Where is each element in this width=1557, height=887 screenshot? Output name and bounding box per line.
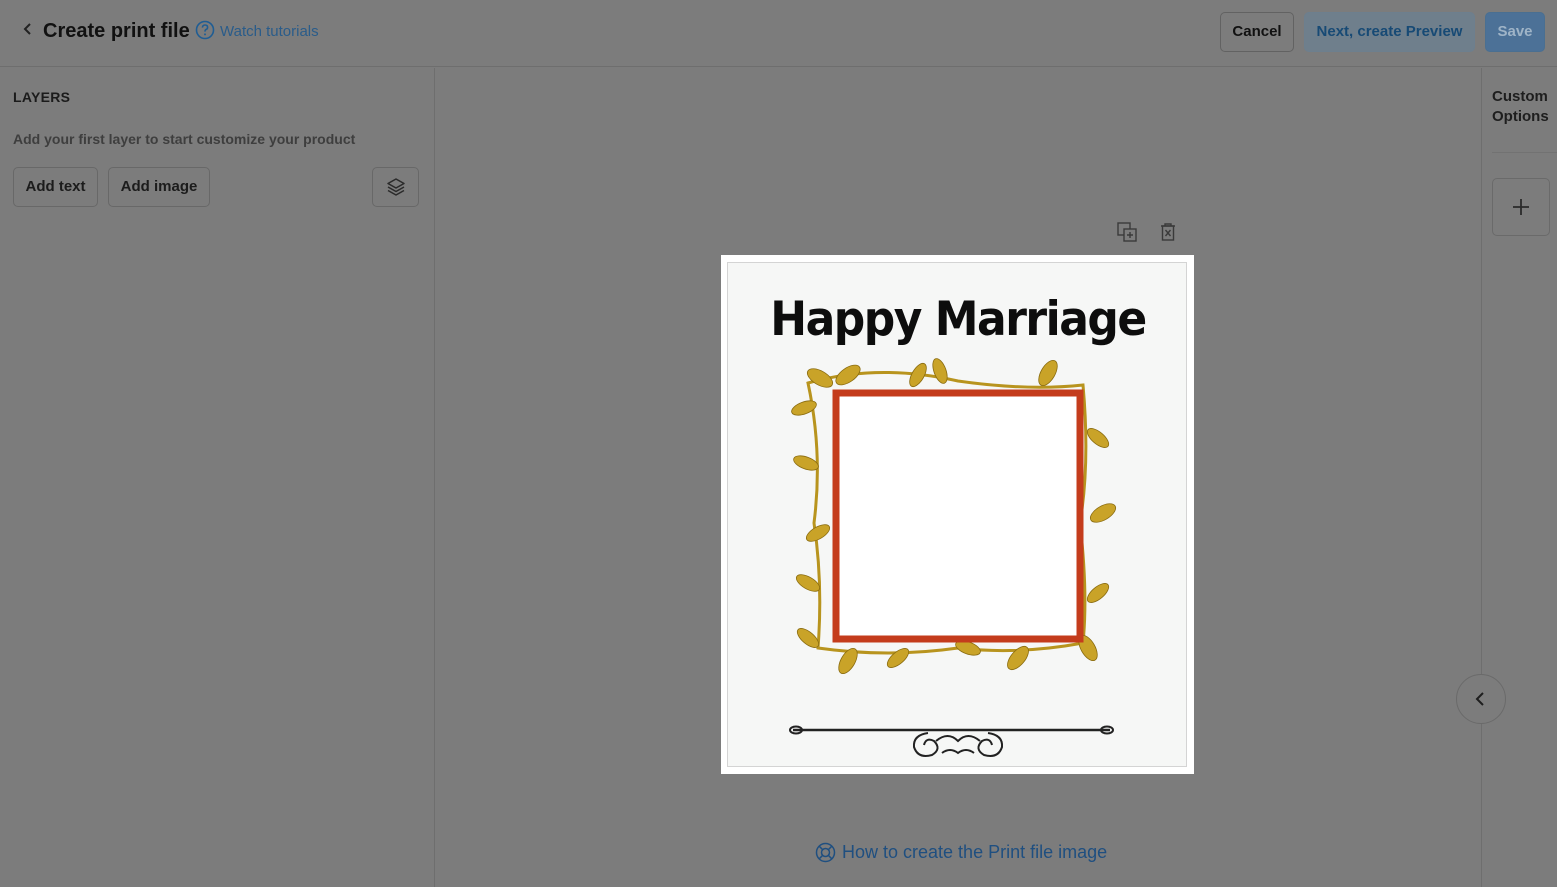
save-button[interactable]: Save	[1485, 12, 1545, 52]
print-area: Happy Marriage	[727, 262, 1187, 767]
layers-panel: LAYERS Add your first layer to start cus…	[0, 68, 435, 887]
plus-icon	[1513, 199, 1529, 215]
next-create-preview-button[interactable]: Next, create Preview	[1304, 12, 1475, 52]
add-text-button[interactable]: Add text	[13, 167, 98, 207]
print-canvas[interactable]: Happy Marriage	[721, 255, 1194, 774]
lifebuoy-icon	[815, 842, 836, 862]
layers-empty-hint: Add your first layer to start customize …	[13, 131, 356, 147]
custom-options-panel: Custom Options	[1481, 68, 1557, 887]
guide-link-label: How to create the Print file image	[842, 841, 1108, 862]
delete-icon[interactable]	[1156, 220, 1180, 244]
duplicate-icon[interactable]	[1115, 220, 1139, 244]
layers-toggle-button[interactable]	[372, 167, 419, 207]
chevron-left-icon	[1475, 692, 1484, 706]
print-file-guide-link[interactable]: How to create the Print file image	[815, 840, 1107, 864]
add-image-button[interactable]: Add image	[108, 167, 210, 207]
collapse-panel-button[interactable]	[1456, 674, 1506, 724]
chevron-left-icon	[23, 23, 31, 35]
print-heading-text[interactable]: Happy Marriage	[728, 292, 1188, 347]
help-circle-icon[interactable]	[195, 20, 215, 40]
page-title: Create print file	[43, 20, 190, 42]
cancel-button[interactable]: Cancel	[1220, 12, 1294, 52]
watch-tutorials-link[interactable]: Watch tutorials	[220, 23, 319, 41]
divider	[1492, 152, 1557, 153]
add-custom-option-button[interactable]	[1492, 178, 1550, 236]
custom-options-title: Custom Options	[1492, 88, 1549, 125]
layers-icon	[386, 178, 405, 196]
layers-heading: LAYERS	[13, 89, 71, 105]
back-button[interactable]	[20, 19, 36, 39]
top-bar: Create print file Watch tutorials Cancel…	[0, 0, 1557, 67]
